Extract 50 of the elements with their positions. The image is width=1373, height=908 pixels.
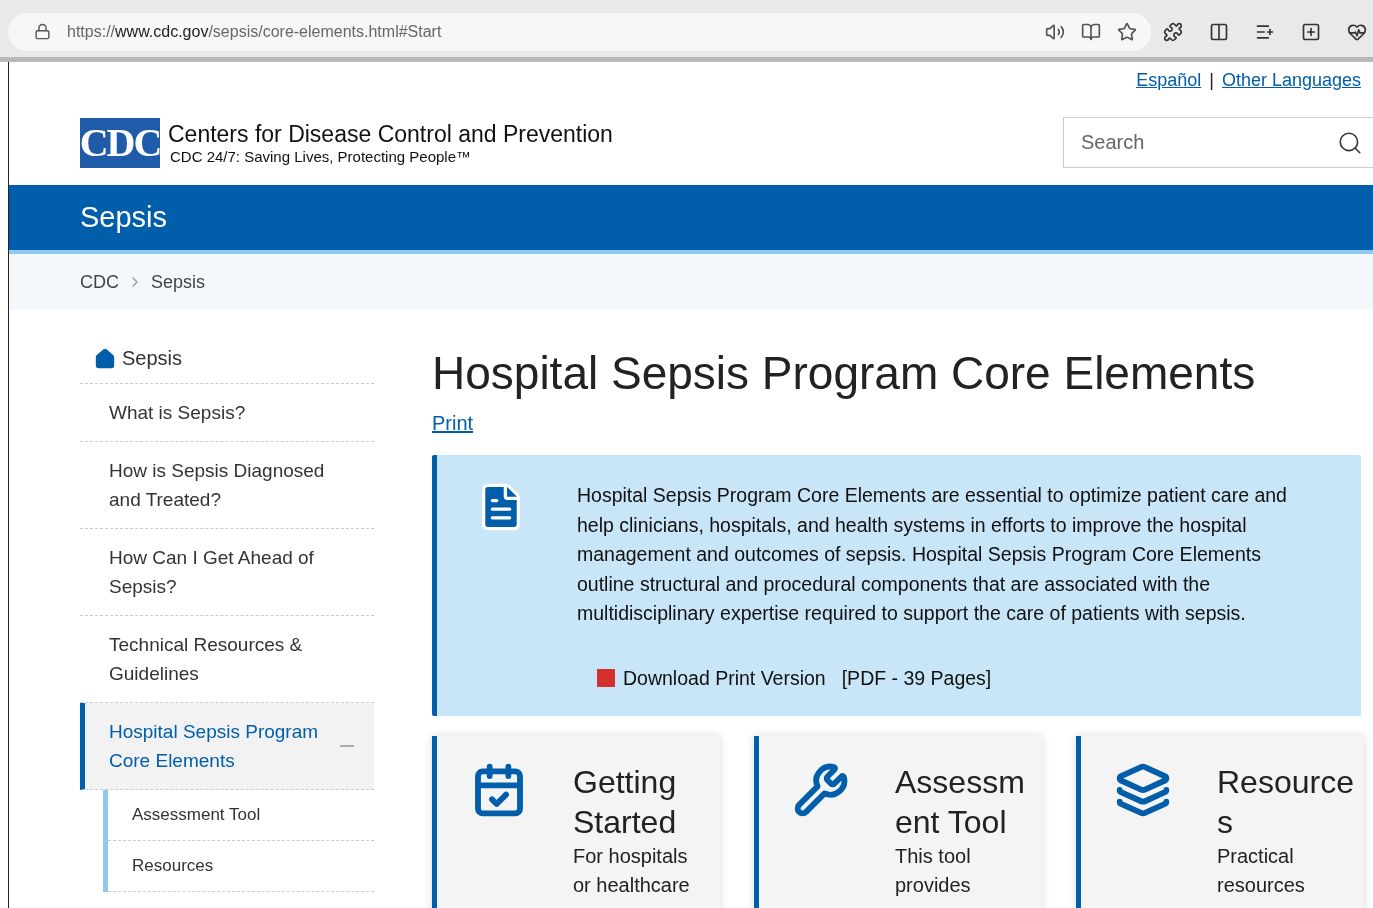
feature-card[interactable]: Assessment Tool This tool provides xyxy=(754,735,1042,908)
heart-icon[interactable] xyxy=(1347,21,1367,42)
sidebar-subitem[interactable]: Assessment Tool xyxy=(108,790,374,841)
card-title: Assessment Tool xyxy=(895,762,1026,842)
star-icon[interactable] xyxy=(1117,21,1137,42)
home-icon xyxy=(94,347,116,370)
sidebar-item-label: Technical Resources & Guidelines xyxy=(109,633,304,686)
print-link[interactable]: Print xyxy=(432,412,474,434)
sidebar-item[interactable]: What is Sepsis? xyxy=(80,384,374,442)
file-info: [PDF - 39 Pages] xyxy=(841,666,992,690)
home-label: Sepsis xyxy=(122,347,183,370)
sidebar-item[interactable]: How Can I Get Ahead of Sepsis? xyxy=(80,529,374,616)
lock-icon xyxy=(34,23,51,40)
tagline: CDC 24/7: Saving Lives, Protecting People™ xyxy=(170,147,472,165)
sidebar-item-label: How Can I Get Ahead of Sepsis? xyxy=(109,546,315,599)
breadcrumb-link[interactable]: CDC xyxy=(80,271,119,293)
separator-text: | xyxy=(1209,70,1214,92)
breadcrumb-link[interactable]: Sepsis xyxy=(151,271,206,293)
card-description: For hospitals or healthcare xyxy=(573,843,691,898)
sidebar-item[interactable]: How is Sepsis Diagnosed and Treated? xyxy=(80,442,374,529)
card-title: Getting Started xyxy=(573,762,678,842)
wrench-icon xyxy=(793,761,849,818)
language-link[interactable]: Other Languages xyxy=(1221,70,1361,96)
puzzle-icon[interactable] xyxy=(1163,21,1183,42)
site-title: Centers for Disease Control and Prevention xyxy=(168,120,613,148)
sidebar-item[interactable]: Hospital Sepsis Program Core Elements xyxy=(80,703,374,790)
logo[interactable]: CDC xyxy=(80,117,160,168)
download-link[interactable]: Download Print Version xyxy=(623,666,826,690)
sidebar-item-label: How is Sepsis Diagnosed and Treated? xyxy=(109,459,326,512)
url-text: https://www.cdc.gov/sepsis/core-elements.html#Start xyxy=(67,22,443,41)
sidebar-home-link[interactable]: Sepsis xyxy=(80,334,374,384)
address-bar[interactable]: https://www.cdc.gov/sepsis/core-elements.html#Start xyxy=(8,12,1151,51)
section-title: Sepsis xyxy=(80,201,168,234)
search-field[interactable]: Search xyxy=(1079,118,1337,167)
split-screen-icon[interactable] xyxy=(1209,21,1229,42)
speaker-icon[interactable] xyxy=(1045,21,1065,42)
card-description: This tool provides xyxy=(895,843,972,898)
sidebar-subitem[interactable]: Resources xyxy=(108,841,374,892)
feature-card[interactable]: Resources Practical resources xyxy=(1076,735,1364,908)
sidebar-item-label: What is Sepsis? xyxy=(109,401,246,425)
callout-text: Hospital Sepsis Program Core Elements are essential to optimize patient care and help clinicians, hospitals, and health systems in efforts to improve the hospital management and outcomes of sepsis. Hospital Sepsis Program Core Elements outline structural and procedural components that are associated with the multidisciplinary expertise required to support the care of patients with sepsis. xyxy=(577,483,1288,626)
feature-card[interactable]: Getting Started For hospitals or healthcare xyxy=(432,735,720,908)
search-box[interactable]: Search xyxy=(1063,117,1373,168)
language-link[interactable]: Español xyxy=(1136,70,1202,96)
card-title: Resources xyxy=(1217,762,1354,842)
card-description: Practical resources xyxy=(1217,843,1306,898)
book-icon[interactable] xyxy=(1081,21,1101,42)
page-title: Hospital Sepsis Program Core Elements xyxy=(432,346,1257,400)
layers-icon xyxy=(1115,761,1171,818)
sidebar-item-label: Hospital Sepsis Program Core Elements xyxy=(109,720,320,773)
